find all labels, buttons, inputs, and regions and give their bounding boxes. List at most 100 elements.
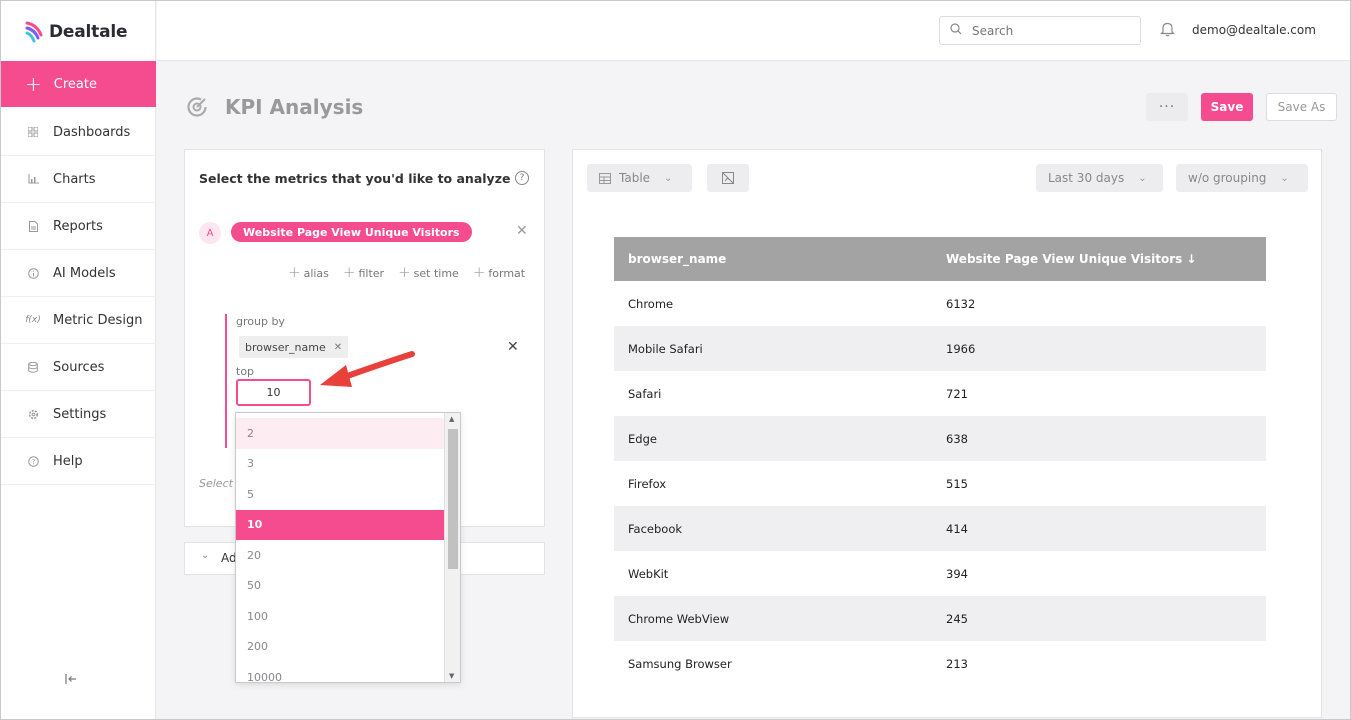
table-row: Mobile Safari 1966 (614, 326, 1266, 371)
toggle-view-button[interactable] (707, 164, 749, 192)
table-row: Samsung Browser 213 (614, 641, 1266, 686)
filter-button[interactable]: + filter (343, 263, 384, 281)
chevron-down-icon: ⌄ (664, 172, 673, 184)
column-header-visitors[interactable]: Website Page View Unique Visitors ↓ (932, 237, 1266, 281)
create-button[interactable]: + Create (1, 61, 156, 107)
annotation-arrow-icon (320, 351, 415, 387)
results-table: browser_name Website Page View Unique Vi… (614, 237, 1266, 686)
sidebar-item-metric-design[interactable]: f(x) Metric Design (1, 297, 156, 344)
cell-visitors: 515 (946, 476, 968, 491)
cell-browser: Edge (614, 416, 932, 461)
cell-browser: Facebook (614, 506, 932, 551)
document-icon (26, 220, 40, 232)
search-input[interactable] (972, 23, 1122, 38)
table-header-row: browser_name Website Page View Unique Vi… (614, 237, 1266, 281)
metric-letter-badge: A (199, 222, 221, 244)
cell-browser: Firefox (628, 476, 667, 491)
view-type-label: Table (619, 171, 651, 185)
view-type-select[interactable]: Table ⌄ (587, 164, 692, 192)
remove-metric-icon[interactable]: ✕ (516, 223, 528, 239)
top-select[interactable]: 10 (236, 379, 311, 406)
sidebar-item-charts[interactable]: Charts (1, 156, 156, 203)
cell-visitors: 6132 (946, 296, 976, 311)
dropdown-option[interactable]: 2 (236, 418, 445, 449)
set-time-button[interactable]: + set time (398, 263, 459, 281)
user-email[interactable]: demo@dealtale.com (1192, 23, 1316, 37)
chevron-down-icon: ⌄ (1138, 172, 1147, 184)
cell-visitors: 1966 (932, 326, 1266, 371)
dropdown-option-selected[interactable]: 10 (236, 509, 445, 540)
alias-label: alias (303, 267, 329, 280)
plus-icon: + (25, 72, 42, 96)
set-time-label: set time (413, 267, 459, 280)
table-row: Safari 721 (614, 371, 1266, 416)
logo-icon (25, 21, 45, 43)
results-panel: Table ⌄ Last 30 days ⌄ w/o grouping ⌄ br… (572, 149, 1322, 718)
question-icon[interactable]: ? (515, 171, 529, 185)
dropdown-option[interactable]: 10000 (236, 662, 445, 682)
save-button[interactable]: Save (1201, 93, 1253, 121)
format-button[interactable]: + format (473, 263, 525, 281)
save-as-button[interactable]: Save As (1266, 93, 1337, 121)
sidebar-item-label: Reports (53, 218, 103, 234)
bell-icon[interactable] (1160, 21, 1175, 41)
dropdown-option[interactable]: 20 (236, 540, 445, 571)
column-header-browser[interactable]: browser_name (614, 237, 932, 281)
dropdown-scrollbar[interactable]: ▲ ▼ (444, 413, 460, 682)
more-options-button[interactable]: ··· (1146, 93, 1188, 121)
dropdown-option[interactable]: 100 (236, 601, 445, 632)
svg-text:?: ? (31, 458, 35, 466)
metric-pill[interactable]: Website Page View Unique Visitors (231, 222, 472, 242)
sidebar: Dealtale + Create Dashboards Charts Repo… (1, 1, 156, 719)
cell-browser: Chrome (628, 296, 674, 311)
scroll-up-icon[interactable]: ▲ (449, 415, 454, 423)
grid-icon (26, 127, 40, 137)
logo[interactable]: Dealtale (25, 19, 127, 45)
grouping-select[interactable]: w/o grouping ⌄ (1176, 164, 1308, 192)
alias-button[interactable]: + alias (288, 263, 329, 281)
collapse-sidebar-icon[interactable] (65, 673, 77, 689)
dropdown-option[interactable]: 200 (236, 632, 445, 663)
target-icon (186, 96, 208, 118)
cell-visitors: 414 (932, 506, 1266, 551)
grouping-label: w/o grouping (1188, 171, 1267, 185)
top-label: top (236, 365, 255, 378)
dropdown-option[interactable]: 50 (236, 571, 445, 602)
top-dropdown: 2 3 5 10 20 50 100 200 10000 ▲ ▼ (235, 412, 461, 683)
sidebar-item-settings[interactable]: Settings (1, 391, 156, 438)
help-icon: ? (26, 455, 40, 467)
sidebar-item-label: AI Models (53, 265, 116, 281)
sidebar-item-help[interactable]: ? Help (1, 438, 156, 485)
table-row: Facebook 414 (614, 506, 1266, 551)
cell-visitors: 213 (946, 656, 968, 671)
chevron-down-icon: ⌄ (1280, 172, 1289, 184)
table-row: Chrome 6132 (614, 281, 1266, 326)
sidebar-item-sources[interactable]: Sources (1, 344, 156, 391)
plus-icon: + (342, 263, 356, 281)
cell-browser: WebKit (628, 566, 669, 581)
search-icon (950, 22, 962, 39)
sidebar-item-label: Help (53, 453, 83, 469)
metric-actions: + alias + filter + set time + format (288, 263, 525, 281)
dropdown-option[interactable]: 3 (236, 449, 445, 480)
plus-icon: + (398, 263, 411, 281)
dropdown-option[interactable]: 5 (236, 479, 445, 510)
table-row: WebKit 394 (614, 551, 1266, 596)
sidebar-item-reports[interactable]: Reports (1, 203, 156, 250)
sidebar-item-ai-models[interactable]: AI Models (1, 250, 156, 297)
remove-group-icon[interactable]: ✕ (507, 339, 519, 355)
cell-visitors: 245 (932, 596, 1266, 641)
gear-icon (26, 409, 40, 420)
create-label: Create (53, 76, 97, 92)
scroll-down-icon[interactable]: ▼ (449, 672, 454, 680)
function-icon: f(x) (25, 315, 41, 325)
bar-chart-icon (26, 174, 40, 184)
date-range-select[interactable]: Last 30 days ⌄ (1036, 164, 1163, 192)
sidebar-item-dashboards[interactable]: Dashboards (1, 109, 156, 156)
format-label: format (488, 267, 526, 280)
scrollbar-thumb[interactable] (448, 429, 458, 569)
sidebar-item-label: Dashboards (53, 124, 131, 140)
table-icon (599, 172, 611, 184)
search-box[interactable] (939, 16, 1141, 45)
top-bar: demo@dealtale.com (157, 1, 1350, 61)
